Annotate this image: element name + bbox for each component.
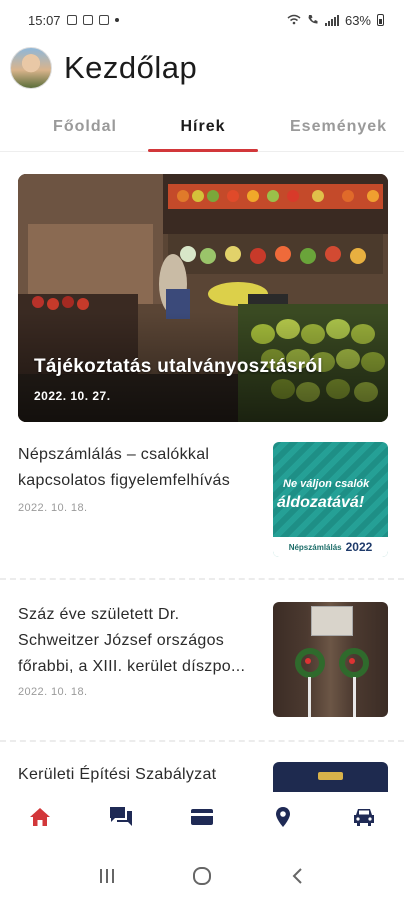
volte-call-icon [307,13,319,28]
nav-map-button[interactable] [259,793,307,841]
news-title: Népszámlálás – csalókkal kapcsolatos fig… [18,446,231,489]
card-icon [190,809,213,825]
tab-news[interactable]: Hírek [148,104,258,150]
status-left: 15:07 [28,13,119,28]
nav-car-button[interactable] [340,793,388,841]
wifi-icon [287,13,301,28]
calendar-notification-icon [98,15,109,25]
home-icon [30,808,51,826]
news-date: 2022. 10. 18. [18,502,88,514]
list-item[interactable]: Kerületi Építési Szabályzat [18,762,388,792]
news-thumbnail [273,602,388,717]
app-header: Kezdőlap [0,40,404,96]
bottom-navigation [0,792,404,842]
mail-notification-icon [82,15,93,25]
tab-bar: Főoldal Hírek Események [0,104,404,152]
news-thumbnail [273,762,388,792]
ribbon [308,677,311,717]
car-icon [353,809,374,826]
news-title: Kerületi Építési Szabályzat [18,766,217,783]
gallery-notification-icon [66,15,77,25]
news-thumbnail: Ne váljon csalók áldozatává! Népszámlálá… [273,442,388,557]
nav-card-button[interactable] [178,793,226,841]
thumb-footer: Népszámlálás 2022 [273,537,388,557]
ribbon [353,677,356,717]
page-title: Kezdőlap [64,50,198,85]
tab-main[interactable]: Főoldal [30,104,140,150]
memorial-plaque [311,606,353,636]
wreath-icon [339,648,369,678]
back-chevron-icon [292,868,302,884]
status-bar: 15:07 63% [0,0,404,40]
thumb-footer-label: Népszámlálás [288,542,342,552]
more-notifications-icon [114,18,119,22]
nav-chat-button[interactable] [97,793,145,841]
status-time: 15:07 [28,12,61,28]
avatar[interactable] [10,47,52,89]
back-button[interactable] [277,856,317,896]
news-title: Száz éve született Dr. Schweitzer József… [18,606,246,675]
signal-icon [324,14,339,26]
system-navigation-bar [0,852,404,900]
battery-icon [377,14,384,26]
recent-apps-button[interactable] [87,856,127,896]
recent-apps-icon [100,869,115,883]
hero-date: 2022. 10. 27. [34,389,111,403]
battery-percent: 63% [344,12,371,28]
featured-news-card[interactable]: Tájékoztatás utalványosztásról 2022. 10.… [18,174,388,422]
list-item[interactable]: Népszámlálás – csalókkal kapcsolatos fig… [18,442,388,560]
thumb-text-line2: áldozatává! [277,494,365,511]
home-system-button[interactable] [182,856,222,896]
divider [0,578,404,580]
home-circle-icon [192,867,211,885]
list-item[interactable]: Száz éve született Dr. Schweitzer József… [18,602,388,720]
news-date: 2022. 10. 18. [18,686,88,698]
tab-events[interactable]: Események [274,104,404,150]
nav-home-button[interactable] [16,793,64,841]
location-pin-icon [275,807,290,827]
divider [0,740,404,742]
status-right: 63% [287,13,384,28]
chat-icon [110,807,133,826]
hero-title: Tájékoztatás utalványosztásról [34,356,323,377]
wreath-icon [295,648,325,678]
thumb-footer-year: 2022 [345,540,373,554]
thumb-text-line1: Ne váljon csalók [283,478,370,490]
active-tab-indicator [148,149,258,152]
